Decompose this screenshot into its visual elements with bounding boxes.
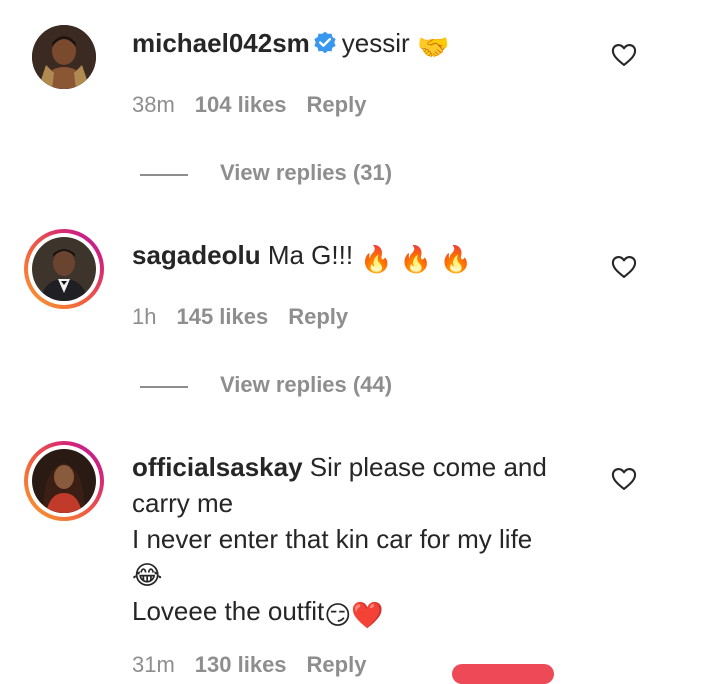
timestamp: 31m xyxy=(132,652,175,677)
divider-line xyxy=(140,174,188,176)
reply-button[interactable]: Reply xyxy=(288,304,348,329)
avatar-photo xyxy=(32,237,96,301)
laughing-emoji: 😂 xyxy=(132,560,163,590)
username[interactable]: officialsaskay xyxy=(132,452,303,482)
avatar-border xyxy=(28,445,100,517)
smirk-heart-emoji: 😏❤️ xyxy=(324,600,384,630)
comment-meta: 1h 145 likes Reply xyxy=(132,304,368,330)
new-comments-pill[interactable] xyxy=(452,664,554,684)
likes-count[interactable]: 104 likes xyxy=(195,92,287,117)
avatar xyxy=(32,449,96,513)
story-ring[interactable] xyxy=(24,441,104,521)
comment-meta: 38m 104 likes Reply xyxy=(132,92,386,118)
avatar xyxy=(32,237,96,301)
comment-meta: 31m 130 likes Reply xyxy=(132,652,386,678)
username[interactable]: sagadeolu xyxy=(132,240,261,270)
heart-icon[interactable] xyxy=(610,41,638,69)
comment-body: yessir xyxy=(341,28,410,58)
heart-icon[interactable] xyxy=(610,465,638,493)
comment-line-4-text: Loveee the outfit xyxy=(132,596,325,626)
avatar-photo xyxy=(32,25,96,89)
comment-text: michael042sm yessir 🤝 xyxy=(132,25,582,65)
reply-button[interactable]: Reply xyxy=(307,652,367,677)
username[interactable]: michael042sm xyxy=(132,28,310,58)
divider-line xyxy=(140,386,188,388)
heart-icon[interactable] xyxy=(610,253,638,281)
comment-text: officialsaskay Sir please come and carry… xyxy=(132,449,582,633)
verified-badge-icon xyxy=(314,31,336,54)
avatar[interactable] xyxy=(32,25,96,89)
handshake-emoji: 🤝 xyxy=(416,32,450,62)
comment-line-1: officialsaskay Sir please come and carry… xyxy=(132,449,582,521)
reply-button[interactable]: Reply xyxy=(307,92,367,117)
likes-count[interactable]: 145 likes xyxy=(176,304,268,329)
avatar-border xyxy=(28,233,100,305)
view-replies-label: View replies (31) xyxy=(220,160,393,185)
timestamp: 1h xyxy=(132,304,157,329)
comment-body: Ma G!!! xyxy=(267,240,354,270)
likes-count[interactable]: 130 likes xyxy=(195,652,287,677)
view-replies-label: View replies (44) xyxy=(220,372,393,397)
comment-line-2: I never enter that kin car for my life xyxy=(132,524,533,554)
story-ring[interactable] xyxy=(24,229,104,309)
fire-emoji: 🔥 🔥 🔥 xyxy=(360,244,472,274)
comment-text: sagadeolu Ma G!!! 🔥 🔥 🔥 xyxy=(132,237,582,277)
comment-line-4: Loveee the outfit😏❤️ xyxy=(132,593,582,633)
timestamp: 38m xyxy=(132,92,175,117)
avatar-photo xyxy=(32,449,96,513)
